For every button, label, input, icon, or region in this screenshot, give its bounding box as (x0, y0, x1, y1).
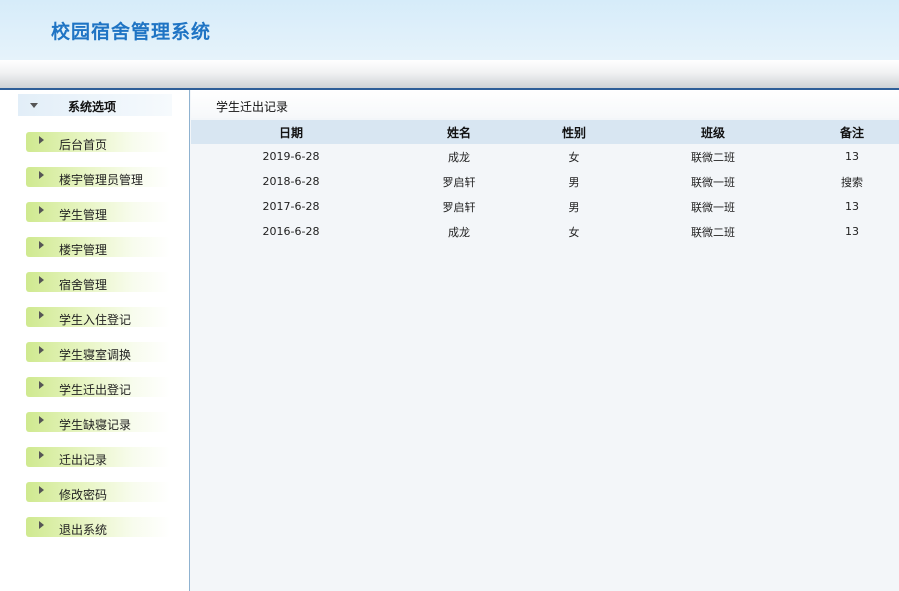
arrow-right-icon (39, 171, 44, 179)
arrow-right-icon (39, 276, 44, 284)
sidebar-heading-label: 系统选项 (68, 100, 117, 114)
sidebar-item-room-swap[interactable]: 学生寝室调换 (26, 342, 170, 362)
page-title-bar: 学生迁出记录 (191, 90, 899, 118)
arrow-right-icon (39, 521, 44, 529)
caret-down-icon (30, 103, 38, 108)
sidebar-item-logout[interactable]: 退出系统 (26, 517, 170, 537)
cell-class: 联微二班 (691, 150, 735, 164)
sidebar-item-label: 学生迁出登记 (59, 383, 132, 397)
cell-note: 13 (845, 200, 859, 213)
header-band (0, 60, 899, 88)
arrow-right-icon (39, 241, 44, 249)
arrow-right-icon (39, 136, 44, 144)
sidebar: 系统选项 后台首页 楼宇管理员管理 学生管理 楼宇管理 宿舍管理 学生入住登记 … (0, 90, 190, 591)
page-title: 学生迁出记录 (216, 100, 289, 114)
sidebar-item-label: 学生寝室调换 (59, 348, 132, 362)
sidebar-item-label: 楼宇管理 (59, 243, 108, 257)
sidebar-item-building-admin[interactable]: 楼宇管理员管理 (26, 167, 170, 187)
sidebar-item-label: 宿舍管理 (59, 278, 108, 292)
sidebar-item-buildings[interactable]: 楼宇管理 (26, 237, 170, 257)
sidebar-item-change-password[interactable]: 修改密码 (26, 482, 170, 502)
cell-class: 联微一班 (691, 200, 735, 214)
cell-gender: 女 (568, 150, 580, 164)
header: 校园宿舍管理系统 (0, 0, 899, 60)
cell-class: 联微二班 (691, 225, 735, 239)
sidebar-item-label: 学生管理 (59, 208, 108, 222)
cell-gender: 女 (568, 225, 580, 239)
sidebar-item-label: 迁出记录 (59, 453, 108, 467)
cell-note: 13 (845, 225, 859, 238)
cell-class: 联微一班 (691, 175, 735, 189)
sidebar-item-label: 楼宇管理员管理 (59, 173, 144, 187)
cell-date: 2018-6-28 (262, 175, 320, 188)
cell-note: 13 (845, 150, 859, 163)
sidebar-item-dorms[interactable]: 宿舍管理 (26, 272, 170, 292)
column-header-note: 备注 (805, 120, 899, 144)
arrow-right-icon (39, 416, 44, 424)
arrow-right-icon (39, 486, 44, 494)
cell-name: 罗启轩 (442, 200, 476, 214)
main-content: 学生迁出记录 日期 姓名 性别 班级 备注 2019-6-28 成龙 女 联微二… (191, 90, 899, 591)
column-header-date: 日期 (191, 120, 391, 144)
cell-date: 2019-6-28 (262, 150, 320, 163)
cell-note: 搜索 (841, 175, 863, 189)
table-row: 2016-6-28 成龙 女 联微二班 13 (191, 219, 899, 244)
column-header-class: 班级 (621, 120, 805, 144)
arrow-right-icon (39, 206, 44, 214)
sidebar-heading[interactable]: 系统选项 (18, 94, 172, 116)
cell-date: 2017-6-28 (262, 200, 320, 213)
sidebar-item-label: 学生入住登记 (59, 313, 132, 327)
column-header-name: 姓名 (391, 120, 527, 144)
cell-date: 2016-6-28 (262, 225, 320, 238)
sidebar-item-move-out-records[interactable]: 迁出记录 (26, 447, 170, 467)
app-title: 校园宿舍管理系统 (51, 21, 212, 43)
sidebar-item-students[interactable]: 学生管理 (26, 202, 170, 222)
records-table: 日期 姓名 性别 班级 备注 2019-6-28 成龙 女 联微二班 13 20… (191, 120, 899, 244)
sidebar-item-label: 学生缺寝记录 (59, 418, 132, 432)
table-row: 2017-6-28 罗启轩 男 联微一班 13 (191, 194, 899, 219)
sidebar-item-label: 后台首页 (59, 138, 108, 152)
table-row: 2018-6-28 罗启轩 男 联微一班 搜索 (191, 169, 899, 194)
arrow-right-icon (39, 311, 44, 319)
cell-gender: 男 (568, 200, 580, 214)
cell-name: 成龙 (448, 150, 470, 164)
cell-gender: 男 (568, 175, 580, 189)
column-header-gender: 性别 (527, 120, 621, 144)
table-header-row: 日期 姓名 性别 班级 备注 (191, 120, 899, 144)
sidebar-item-move-out[interactable]: 学生迁出登记 (26, 377, 170, 397)
arrow-right-icon (39, 451, 44, 459)
sidebar-item-label: 修改密码 (59, 488, 108, 502)
cell-name: 成龙 (448, 225, 470, 239)
sidebar-item-home[interactable]: 后台首页 (26, 132, 170, 152)
table-row: 2019-6-28 成龙 女 联微二班 13 (191, 144, 899, 169)
sidebar-item-absence[interactable]: 学生缺寝记录 (26, 412, 170, 432)
cell-name: 罗启轩 (442, 175, 476, 189)
arrow-right-icon (39, 346, 44, 354)
arrow-right-icon (39, 381, 44, 389)
sidebar-item-check-in[interactable]: 学生入住登记 (26, 307, 170, 327)
sidebar-item-label: 退出系统 (59, 523, 108, 537)
